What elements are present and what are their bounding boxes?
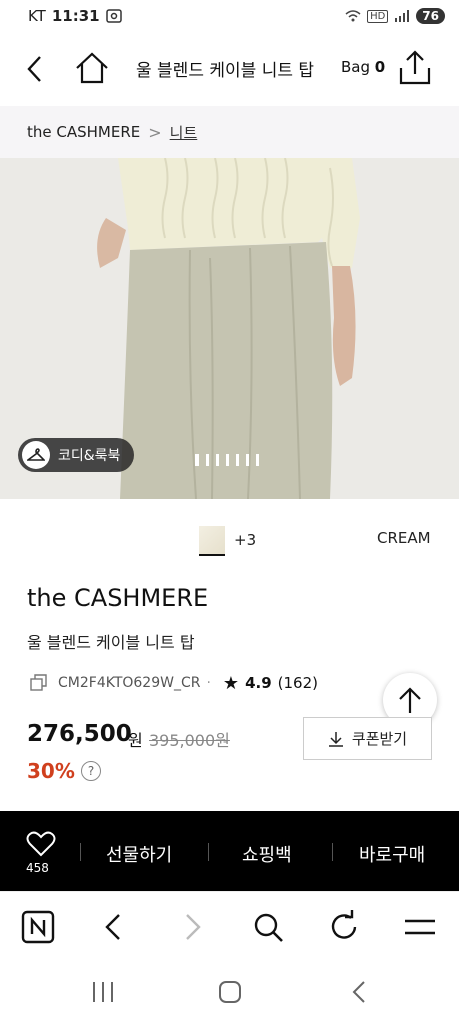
browser-toolbar [0, 891, 459, 961]
signal-icon [395, 10, 410, 22]
page-title: 울 블렌드 케이블 니트 탑 [136, 61, 315, 81]
refresh-icon[interactable] [327, 910, 361, 944]
product-name: 울 블렌드 케이블 니트 탑 [27, 633, 195, 652]
clock: 11:31 [51, 7, 100, 25]
back-icon[interactable] [22, 54, 50, 84]
action-divider [80, 843, 81, 861]
breadcrumb: the CASHMERE > 니트 [0, 106, 459, 158]
star-icon: ★ [222, 672, 240, 694]
product-image-carousel[interactable]: 코디&룩북 [0, 158, 459, 499]
carousel-dot [206, 454, 209, 466]
more-colors-button[interactable]: +3 [234, 531, 256, 549]
naver-home-icon[interactable] [21, 910, 55, 944]
download-icon [328, 731, 343, 747]
breadcrumb-brand[interactable]: the CASHMERE [27, 123, 140, 141]
hanger-icon [22, 441, 50, 469]
bag-label: Bag [341, 58, 371, 76]
carousel-dot [226, 454, 229, 466]
menu-icon[interactable] [403, 910, 437, 944]
bag-count: 0 [374, 58, 386, 76]
carousel-dot [236, 454, 239, 466]
product-meta: CM2F4KTO629W_CR · ★ 4.9 (162) [30, 672, 318, 694]
carousel-indicator [195, 454, 259, 466]
product-brand[interactable]: the CASHMERE [27, 584, 208, 612]
coordi-lookbook-label: 코디&룩북 [58, 448, 121, 464]
breadcrumb-category[interactable]: 니트 [170, 122, 198, 143]
share-icon[interactable] [398, 50, 432, 86]
action-divider [208, 843, 209, 861]
network-badge: HD [367, 9, 389, 23]
currency-unit: 원 [128, 731, 143, 750]
search-icon[interactable] [251, 910, 285, 944]
browser-forward-icon[interactable] [175, 910, 209, 944]
sale-price: 276,500 [27, 721, 132, 747]
like-count: 458 [26, 861, 49, 875]
status-bar: KT 11:31 HD 76 [0, 0, 459, 32]
bag-button[interactable]: Bag 0 [341, 58, 385, 76]
gift-button[interactable]: 선물하기 [106, 841, 172, 867]
color-selector: +3 CREAM [0, 520, 459, 560]
meta-separator: · [206, 675, 211, 691]
action-divider [332, 843, 333, 861]
discount-rate: 30% [27, 759, 75, 783]
original-price: 395,000원 [149, 731, 230, 750]
coordi-lookbook-button[interactable]: 코디&룩북 [18, 438, 135, 472]
screenshot-icon [105, 9, 122, 23]
shopping-bag-button[interactable]: 쇼핑백 [242, 841, 292, 867]
chevron-right-icon: > [148, 122, 162, 142]
recent-apps-icon[interactable] [88, 979, 118, 1005]
carousel-dot [195, 454, 199, 466]
arrow-up-icon [399, 687, 421, 713]
review-count[interactable]: (162) [278, 674, 318, 692]
carousel-dot [256, 454, 259, 466]
copy-icon[interactable] [30, 674, 48, 692]
home-icon[interactable] [74, 50, 110, 86]
wifi-icon [345, 10, 361, 22]
browser-back-icon[interactable] [97, 910, 131, 944]
back-nav-icon[interactable] [345, 979, 375, 1005]
rating-value: 4.9 [245, 674, 272, 692]
buy-now-button[interactable]: 바로구매 [359, 841, 425, 867]
carousel-dot [216, 454, 219, 466]
coupon-label: 쿠폰받기 [351, 730, 408, 748]
coupon-button[interactable]: 쿠폰받기 [303, 717, 432, 760]
selected-color-name: CREAM [377, 529, 431, 547]
carrier-label: KT [28, 7, 46, 25]
color-swatch-selected[interactable] [199, 526, 225, 556]
product-code: CM2F4KTO629W_CR [58, 675, 201, 691]
battery-indicator: 76 [416, 8, 445, 24]
home-nav-icon[interactable] [215, 979, 245, 1005]
system-navigation-bar [0, 961, 459, 1024]
help-icon[interactable]: ? [81, 761, 101, 781]
app-header: 울 블렌드 케이블 니트 탑 Bag 0 [0, 36, 459, 102]
purchase-action-bar: 458 선물하기 쇼핑백 바로구매 [0, 811, 459, 891]
carousel-dot [246, 454, 249, 466]
heart-icon[interactable] [26, 831, 56, 857]
